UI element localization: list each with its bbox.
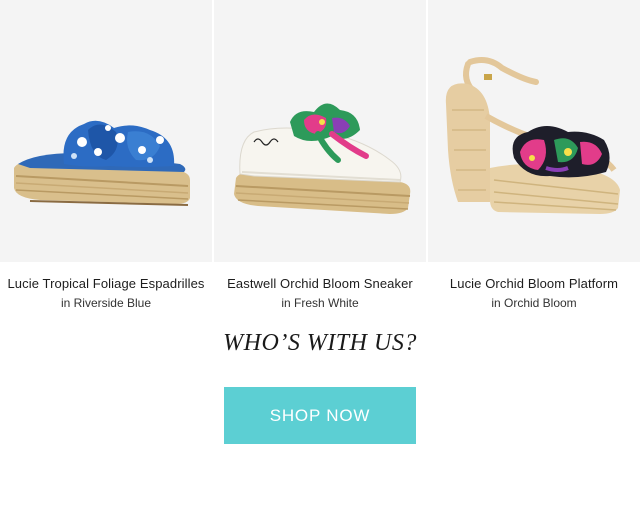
product-card-sneaker[interactable]: Eastwell Orchid Bloom Sneaker in Fresh W… [214, 0, 426, 310]
section-headline: WHO’S WITH US? [223, 330, 417, 356]
product-variant: in Riverside Blue [60, 296, 152, 310]
product-variant: in Fresh White [281, 296, 359, 310]
shop-now-button[interactable]: SHOP NOW [224, 387, 416, 444]
product-name[interactable]: Lucie Orchid Bloom Platform [428, 276, 640, 291]
product-name[interactable]: Eastwell Orchid Bloom Sneaker [214, 276, 426, 291]
espadrille-slide-image [14, 120, 190, 206]
product-card-espadrilles[interactable]: Lucie Tropical Foliage Espadrilles in Ri… [0, 0, 212, 310]
product-variant: in Orchid Bloom [491, 296, 577, 310]
sneaker-image [234, 103, 411, 214]
product-image-platform[interactable] [428, 0, 640, 262]
product-image-sneaker[interactable] [214, 0, 426, 262]
product-card-platform[interactable]: Lucie Orchid Bloom Platform in Orchid Bl… [428, 0, 640, 310]
product-name[interactable]: Lucie Tropical Foliage Espadrilles [0, 276, 212, 291]
platform-sandal-image [445, 57, 620, 214]
product-image-espadrilles[interactable] [0, 0, 212, 262]
product-grid: Lucie Tropical Foliage Espadrilles in Ri… [0, 0, 640, 320]
